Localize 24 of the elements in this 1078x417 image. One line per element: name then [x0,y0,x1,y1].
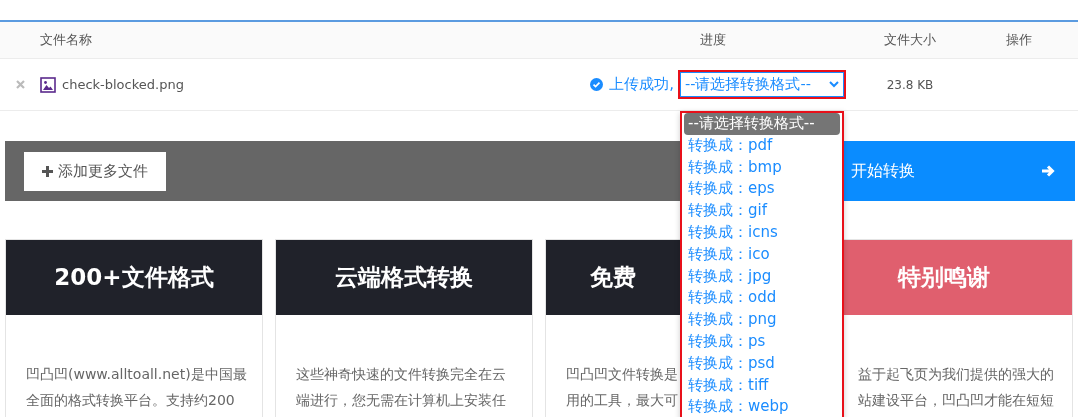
upload-status: 上传成功, [609,75,674,94]
remove-icon[interactable] [15,80,25,89]
card-title: 特别鸣谢 [898,263,990,292]
chevron-down-icon [829,81,839,88]
file-size: 23.8 KB [886,77,934,92]
format-option[interactable]: --请选择转换格式-- [684,113,840,135]
file-name: check-blocked.png [62,77,184,92]
column-header: 操作 [1006,31,1032,49]
column-header: 文件名称 [40,31,92,49]
format-select[interactable]: --请选择转换格式-- [680,72,844,97]
card-title: 云端格式转换 [335,263,473,292]
card-title: 免费 [590,263,636,292]
card-description: 凹凸凹(www.alltoall.net)是中国最 全面的格式转换平台。支持约200 [26,365,247,410]
plus-icon [42,165,53,177]
image-file-icon [40,76,56,93]
add-files-button[interactable]: 添加更多文件 [24,151,166,191]
card-description: 凹凸凹文件转换是 用的工具，最大可 [566,365,678,410]
card-description: 这些神奇快速的文件转换完全在云 端进行，您无需在计算机上安装任 [296,365,506,410]
card-title: 200+文件格式 [54,263,214,292]
column-header: 文件大小 [884,31,936,49]
arrow-right-icon [1041,164,1055,178]
check-circle-icon [590,78,604,91]
card-description: 益于起飞页为我们提供的强大的 站建设平台，凹凸凹才能在短短 [858,365,1054,410]
column-header: 进度 [700,31,726,49]
